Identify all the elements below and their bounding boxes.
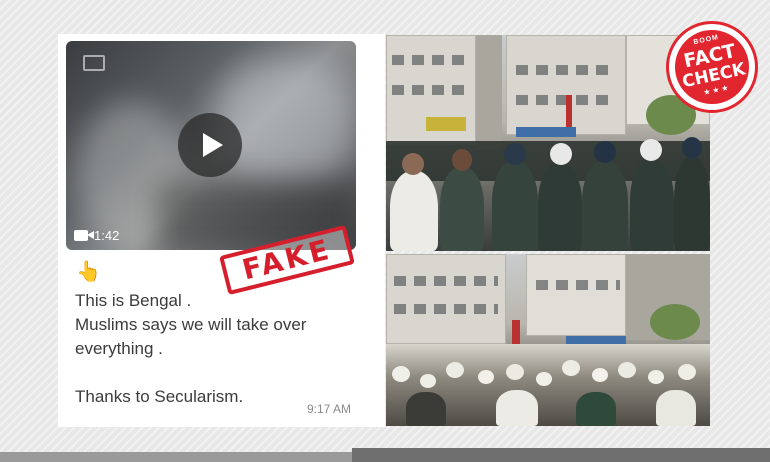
person-head — [452, 149, 472, 171]
play-icon — [203, 133, 223, 157]
crowd — [386, 344, 710, 426]
police-officer — [582, 161, 628, 251]
bottom-bar-left — [0, 452, 352, 462]
person — [496, 390, 538, 426]
building-windows — [392, 55, 470, 65]
police-helmet — [594, 141, 616, 163]
building-windows — [536, 280, 620, 290]
gallery-icon — [83, 55, 105, 71]
person-cap — [478, 370, 494, 384]
police-officer — [440, 167, 484, 251]
police-helmet — [550, 143, 572, 165]
police-officer — [492, 161, 538, 251]
person-head — [402, 153, 424, 175]
person-cap — [506, 364, 524, 380]
person-cap — [562, 360, 580, 376]
video-thumbnail[interactable]: 1:42 — [66, 41, 356, 250]
video-meta: 1:42 — [74, 228, 119, 243]
video-duration: 1:42 — [94, 228, 120, 243]
message-line: everything . — [75, 339, 163, 358]
building-windows — [392, 85, 470, 95]
police-helmet — [682, 137, 702, 159]
fact-check-badge: BOOM FACT CHECK ★★★ — [666, 21, 758, 113]
person-cap — [678, 364, 696, 380]
police-officer — [674, 157, 710, 251]
police-officer — [630, 159, 674, 251]
person — [656, 390, 696, 426]
person-cap — [446, 362, 464, 378]
building-windows — [394, 276, 498, 286]
video-camera-icon — [74, 230, 94, 241]
play-button[interactable] — [178, 113, 242, 177]
building — [386, 254, 506, 344]
police-helmet — [640, 139, 662, 161]
shop-awning — [566, 336, 626, 344]
pointing-up-emoji: 👆 — [76, 261, 101, 283]
person-cap — [392, 366, 410, 382]
photo-street-crowd — [386, 254, 710, 426]
video-blur-shape — [216, 61, 356, 181]
person — [406, 392, 446, 426]
person-cap — [618, 362, 636, 378]
building-windows — [394, 304, 498, 314]
police-officer — [538, 163, 582, 251]
photo-police-crowd — [386, 35, 710, 251]
crowd — [386, 131, 710, 251]
tree — [650, 304, 700, 340]
person-cap — [648, 370, 664, 384]
shop-sign — [426, 117, 466, 131]
fact-check-badge-inner: BOOM FACT CHECK ★★★ — [668, 23, 756, 111]
person-cap — [420, 374, 436, 388]
bottom-bar-right — [352, 448, 770, 462]
building-windows — [516, 65, 616, 75]
person-cap — [592, 368, 608, 382]
message-line: Muslims says we will take over — [75, 315, 307, 334]
message-timestamp: 9:17 AM — [306, 402, 351, 416]
message-line: This is Bengal . — [75, 291, 192, 310]
person — [576, 392, 616, 426]
person-white-robe — [390, 171, 438, 251]
building — [526, 254, 626, 336]
person-cap — [536, 372, 552, 386]
police-helmet — [504, 143, 526, 165]
message-text: This is Bengal . Muslims says we will ta… — [75, 289, 355, 409]
